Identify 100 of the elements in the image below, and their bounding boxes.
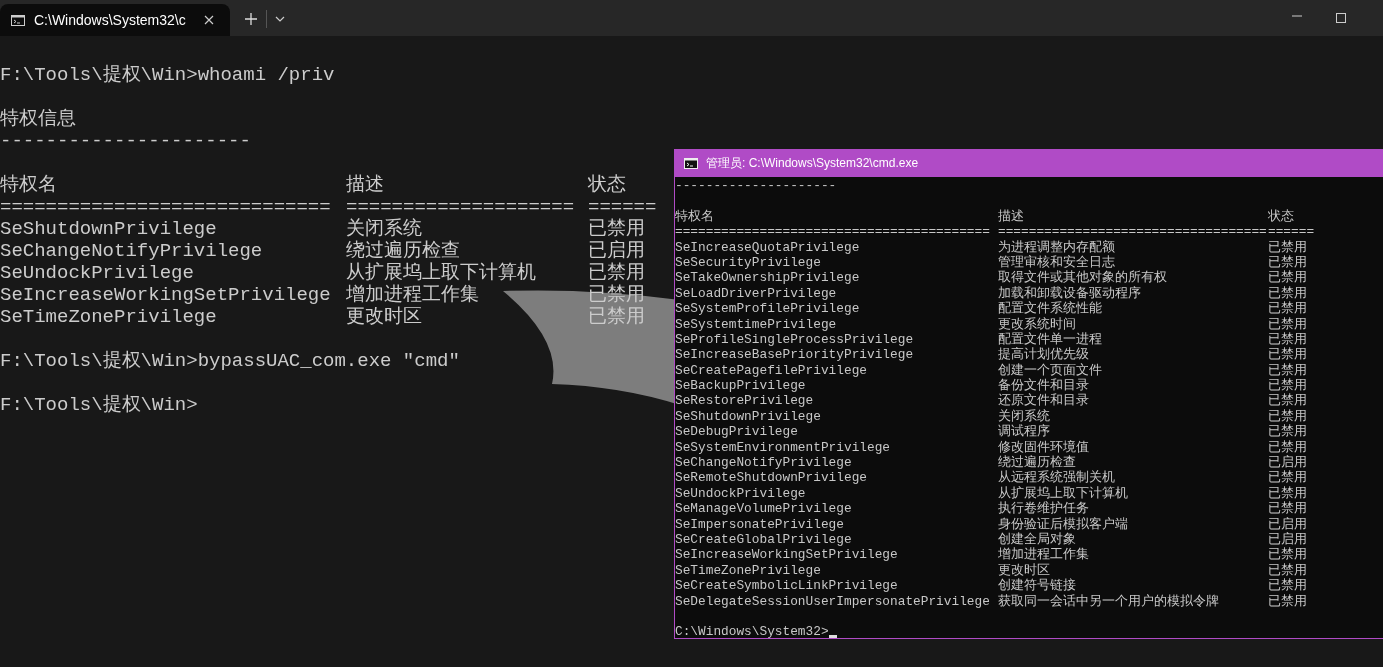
privilege-state: 已禁用 <box>588 262 645 284</box>
column-header: 状态 <box>1268 208 1294 225</box>
privilege-name: SeUndockPrivilege <box>0 262 194 284</box>
privilege-name: SeSystemEnvironmentPrivilege <box>675 439 891 456</box>
equals-rule-text: ============================= <box>0 196 331 218</box>
equals-rule-text: ========================================= <box>675 224 990 240</box>
prompt-text: F:\Tools\提权\Win> <box>0 394 198 416</box>
privilege-description: 配置文件单一进程 <box>998 331 1102 347</box>
privilege-state: 已禁用 <box>1268 470 1307 486</box>
privilege-state: 已启用 <box>1268 516 1307 532</box>
privilege-description: 创建全局对象 <box>998 532 1076 547</box>
privilege-name: SeTimeZonePrivilege <box>675 562 821 579</box>
privilege-state: 已禁用 <box>1268 347 1307 363</box>
privilege-description: 获取同一会话中另一个用户的模拟令牌 <box>998 593 1219 609</box>
privilege-description: 绕过遍历检查 <box>998 455 1076 471</box>
privilege-description: 增加进程工作集 <box>346 284 479 306</box>
privilege-name: SeCreateSymbolicLinkPrivilege <box>675 578 898 594</box>
command-line: F:\Tools\提权\Win>whoami /priv <box>0 64 335 86</box>
privilege-name: SeTakeOwnershipPrivilege <box>675 270 860 286</box>
privilege-description: 更改时区 <box>346 306 422 328</box>
privilege-name: SeUndockPrivilege <box>675 485 806 502</box>
privilege-name: SeShutdownPrivilege <box>0 218 217 240</box>
privilege-state: 已禁用 <box>1268 331 1307 347</box>
privilege-name: SeChangeNotifyPrivilege <box>0 240 263 262</box>
privilege-name: SeImpersonatePrivilege <box>675 516 844 532</box>
privilege-description: 执行卷维护任务 <box>998 501 1089 517</box>
privilege-name: SeCreateGlobalPrivilege <box>675 532 852 548</box>
window-title: 管理员: C:\Windows\System32\cmd.exe <box>706 155 919 172</box>
privilege-name: SeRemoteShutdownPrivilege <box>675 470 867 486</box>
privilege-state: 已禁用 <box>1268 254 1307 270</box>
command-line: F:\Tools\提权\Win>bypassUAC_com.exe "cmd" <box>0 350 460 372</box>
privilege-description: 备份文件和目录 <box>998 378 1089 394</box>
privilege-state: 已禁用 <box>1268 439 1307 455</box>
prompt-text: C:\Windows\System32> <box>675 624 829 640</box>
add-tab-icon[interactable] <box>245 13 257 25</box>
privilege-name: SeIncreaseWorkingSetPrivilege <box>675 547 898 563</box>
column-header: 特权名 <box>0 174 57 196</box>
privilege-name: SeIncreaseQuotaPrivilege <box>675 239 860 255</box>
privilege-state: 已禁用 <box>1268 239 1307 255</box>
privilege-name: SeSystemtimePrivilege <box>675 316 837 332</box>
privilege-description: 加载和卸载设备驱动程序 <box>998 285 1141 301</box>
privilege-description: 更改时区 <box>998 562 1050 578</box>
privilege-description: 提高计划优先级 <box>998 347 1089 363</box>
privilege-state: 已禁用 <box>1268 578 1307 594</box>
privilege-state: 已启用 <box>1268 455 1307 471</box>
equals-rule-text: ====== <box>588 196 657 218</box>
privilege-state: 已启用 <box>1268 532 1307 547</box>
privilege-description: 从扩展坞上取下计算机 <box>346 262 536 284</box>
privilege-name: SeDebugPrivilege <box>675 424 798 440</box>
privilege-state: 已禁用 <box>1268 562 1307 578</box>
privilege-name: SeSystemProfilePrivilege <box>675 301 860 317</box>
privilege-name: SeShutdownPrivilege <box>675 408 821 425</box>
privilege-state: 已禁用 <box>1268 362 1307 378</box>
privilege-description: 更改系统时间 <box>998 316 1076 332</box>
privilege-description: 创建符号链接 <box>998 578 1076 594</box>
privilege-description: 取得文件或其他对象的所有权 <box>998 270 1167 286</box>
privilege-name: SeTimeZonePrivilege <box>0 306 217 328</box>
privilege-name: SeDelegateSessionUserImpersonatePrivilege <box>675 593 990 609</box>
privilege-name: SeBackupPrivilege <box>675 378 806 394</box>
maximize-icon[interactable] <box>1336 13 1346 23</box>
chevron-down-icon[interactable] <box>275 16 285 22</box>
privilege-state: 已禁用 <box>1268 316 1307 332</box>
privilege-description: 从扩展坞上取下计算机 <box>998 485 1128 501</box>
privilege-description: 身份验证后模拟客户端 <box>998 516 1128 532</box>
privilege-description: 绕过遍历检查 <box>346 240 460 262</box>
terminal-tab[interactable]: C:\Windows\System32\c <box>0 4 230 36</box>
privilege-state: 已禁用 <box>1268 378 1307 394</box>
privilege-state: 已禁用 <box>1268 285 1307 301</box>
privilege-description: 增加进程工作集 <box>998 547 1089 563</box>
privilege-description: 管理审核和安全日志 <box>998 254 1115 270</box>
privilege-name: SeProfileSingleProcessPrivilege <box>675 331 914 348</box>
column-header: 状态 <box>588 174 626 196</box>
column-header: 描述 <box>346 174 384 196</box>
privilege-state: 已禁用 <box>588 306 645 328</box>
tab-title: C:\Windows\System32\c <box>34 12 187 28</box>
privilege-description: 从远程系统强制关机 <box>998 470 1115 486</box>
column-header: 特权名 <box>675 208 714 225</box>
equals-rule-text: ====== <box>1268 224 1315 240</box>
equals-rule-text: =================================== <box>998 224 1267 240</box>
privilege-description: 修改固件环境值 <box>998 439 1089 455</box>
privilege-state: 已禁用 <box>1268 501 1307 517</box>
privilege-description: 关闭系统 <box>998 408 1050 424</box>
dash-rule-text: --------------------- <box>675 178 837 194</box>
privilege-state: 已禁用 <box>588 218 645 240</box>
privilege-state: 已禁用 <box>1268 408 1307 424</box>
privilege-name: SeManageVolumePrivilege <box>675 501 852 517</box>
privilege-description: 还原文件和目录 <box>998 393 1089 409</box>
privilege-state: 已禁用 <box>1268 424 1307 440</box>
privilege-state: 已禁用 <box>1268 485 1307 501</box>
dash-rule-text: ---------------------- <box>0 130 251 152</box>
privilege-name: SeLoadDriverPrivilege <box>675 285 837 302</box>
privilege-name: SeIncreaseBasePriorityPrivilege <box>675 347 914 363</box>
privilege-state: 已禁用 <box>1268 301 1307 317</box>
privilege-name: SeRestorePrivilege <box>675 393 814 409</box>
privilege-name: SeChangeNotifyPrivilege <box>675 455 852 471</box>
privilege-state: 已禁用 <box>1268 593 1307 609</box>
privilege-state: 已启用 <box>588 240 645 262</box>
close-icon[interactable] <box>204 15 214 25</box>
column-header: 描述 <box>998 208 1024 225</box>
equals-rule-text: ==================== <box>346 196 575 218</box>
